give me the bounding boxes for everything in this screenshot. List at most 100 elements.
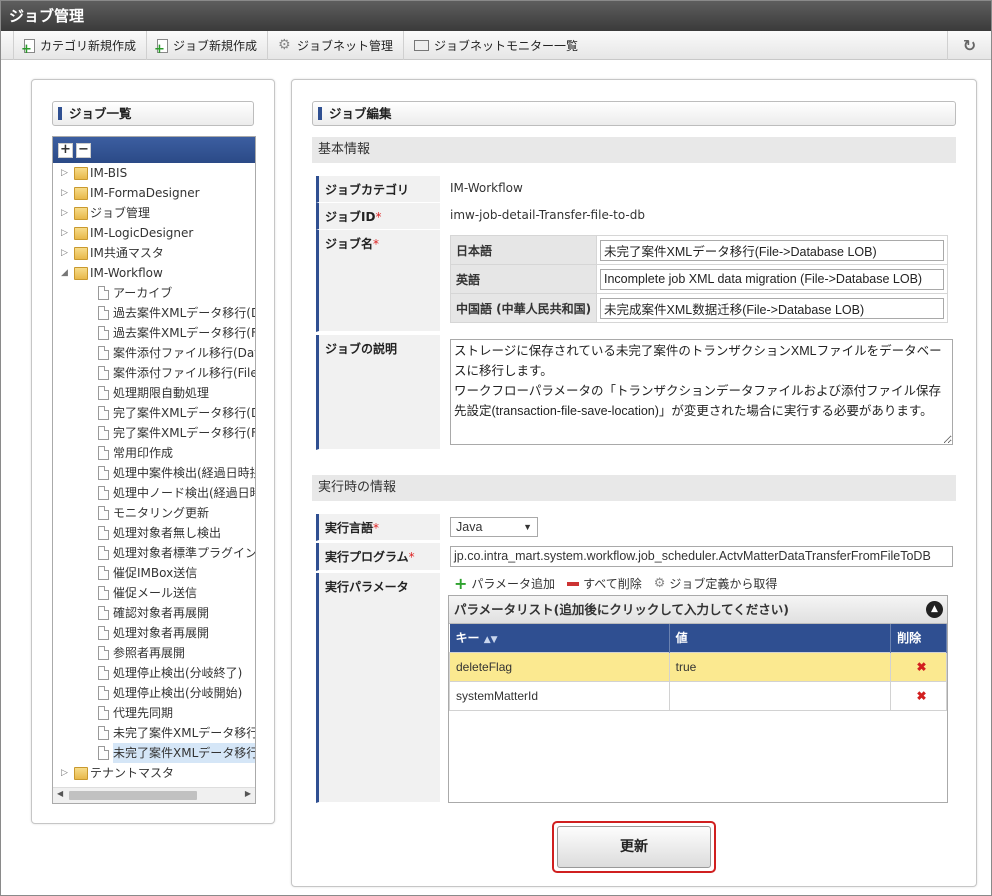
tree-item[interactable]: 処理期限自動処理 (53, 383, 255, 403)
exec-language-select[interactable]: Java ▼ (450, 517, 538, 537)
tree-item-label: 常用印作成 (113, 446, 174, 460)
folder-icon (74, 767, 88, 780)
tree-item-label: 催促IMBox送信 (113, 566, 198, 580)
tree-item[interactable]: 未完了案件XMLデータ移行 (53, 723, 255, 743)
delete-row-icon[interactable]: ✖ (890, 680, 947, 711)
expand-node-icon[interactable]: ▷ (61, 243, 71, 263)
tree-item[interactable]: 処理停止検出(分岐開始) (53, 683, 255, 703)
expand-node-icon[interactable]: ▷ (61, 163, 71, 183)
job-name-table: 日本語 英語 中国語 (中華人民共和国) (450, 235, 948, 323)
job-name-en-input[interactable] (600, 268, 944, 290)
tree-item[interactable]: 過去案件XMLデータ移行(D (53, 303, 255, 323)
tree-item-label: 催促メール送信 (113, 586, 198, 600)
col-key-header[interactable]: キー ▲▼ (449, 624, 670, 652)
job-name-ja-input[interactable] (600, 239, 944, 261)
update-button-highlight: 更新 (552, 821, 716, 873)
scroll-thumb[interactable] (69, 791, 197, 800)
tree-item-label: 過去案件XMLデータ移行(D (113, 306, 255, 320)
job-edit-header: ジョブ編集 (312, 101, 956, 126)
tree-folder[interactable]: ▷ テナントマスタ (53, 763, 255, 783)
refresh-button[interactable]: ↻ (947, 31, 991, 60)
tree-item[interactable]: 参照者再展開 (53, 643, 255, 663)
folder-icon (74, 227, 88, 240)
tree-item[interactable]: 処理中案件検出(経過日時拐 (53, 463, 255, 483)
tree-item-label: 代理先同期 (113, 706, 174, 720)
exec-program-input[interactable]: jp.co.intra_mart.system.workflow.job_sch… (450, 546, 953, 567)
tree-item-label: テナントマスタ (90, 766, 175, 780)
tree-item[interactable]: 過去案件XMLデータ移行(F (53, 323, 255, 343)
gear-icon: ⚙ (653, 576, 666, 591)
tree-item[interactable]: 処理中ノード検出(経過日時 (53, 483, 255, 503)
tree-horizontal-scrollbar[interactable]: ◀ ▶ (53, 787, 255, 803)
tree-folder[interactable]: ▷ ジョブ管理 (53, 203, 255, 223)
table-row[interactable]: deleteFlag true ✖ (449, 651, 947, 682)
tree-item[interactable]: 代理先同期 (53, 703, 255, 723)
tree-item[interactable]: アーカイブ (53, 283, 255, 303)
collapse-icon[interactable]: ▲ (926, 601, 943, 618)
tree-folder[interactable]: ◢ IM-Workflow (53, 263, 255, 283)
tree-item-label: 処理中案件検出(経過日時拐 (113, 466, 255, 480)
param-value-cell[interactable] (668, 680, 892, 711)
expand-node-icon[interactable]: ▷ (61, 223, 71, 243)
expand-all-button[interactable]: + (58, 142, 73, 158)
tree-item[interactable]: 処理対象者標準プラグイン網 (53, 543, 255, 563)
table-row[interactable]: systemMatterId ✖ (449, 680, 947, 711)
tree-item-label: 未完了案件XMLデータ移行 (113, 726, 255, 740)
job-edit-panel: ジョブ編集 基本情報 ジョブカテゴリ IM-Workflow ジョブID* im… (291, 79, 977, 887)
new-category-button[interactable]: カテゴリ新規作成 (13, 31, 146, 60)
tree-item-label: 参照者再展開 (113, 646, 186, 660)
tree-body: ▷ IM-BIS ▷ IM-FormaDesigner ▷ ジョブ管理 ▷ IM-LogicD… (53, 163, 255, 789)
tree-item[interactable]: 案件添付ファイル移行(File- (53, 363, 255, 383)
file-icon (98, 466, 109, 480)
tree-item-label: IM-Workflow (90, 266, 163, 280)
param-key-cell[interactable]: systemMatterId (449, 680, 670, 711)
folder-icon (74, 247, 88, 260)
param-key-cell[interactable]: deleteFlag (449, 651, 670, 682)
tree-item[interactable]: 案件添付ファイル移行(Data (53, 343, 255, 363)
job-description-textarea[interactable]: ストレージに保存されている未完了案件のトランザクションXMLファイルをデータベー… (450, 339, 953, 445)
param-value-cell[interactable]: true (668, 651, 892, 682)
tree-item[interactable]: 処理対象者無し検出 (53, 523, 255, 543)
collapse-node-icon[interactable]: ◢ (61, 263, 71, 283)
tree-item-label: 処理停止検出(分岐終了) (113, 666, 243, 680)
update-button[interactable]: 更新 (557, 826, 711, 868)
jobnet-manage-button[interactable]: ⚙ ジョブネット管理 (267, 31, 403, 60)
tree-item[interactable]: 未完了案件XMLデータ移行 (53, 743, 255, 763)
tree-item-label: IM-BIS (90, 166, 128, 180)
sort-icon: ▲▼ (483, 635, 498, 646)
delete-all-params-button[interactable]: すべて削除 (567, 575, 642, 592)
expand-node-icon[interactable]: ▷ (61, 763, 71, 783)
fetch-from-definition-button[interactable]: ⚙ ジョブ定義から取得 (654, 575, 778, 592)
delete-row-icon[interactable]: ✖ (890, 651, 947, 682)
tree-item[interactable]: 常用印作成 (53, 443, 255, 463)
add-param-button[interactable]: + パラメータ追加 (454, 575, 555, 592)
tree-item[interactable]: 確認対象者再展開 (53, 603, 255, 623)
job-id-value: imw-job-detail-Transfer-file-to-db (450, 208, 645, 222)
tree-folder[interactable]: ▷ IM共通マスタ (53, 243, 255, 263)
scroll-left-icon[interactable]: ◀ (57, 789, 63, 798)
tree-folder[interactable]: ▷ IM-BIS (53, 163, 255, 183)
file-icon (98, 406, 109, 420)
tree-item[interactable]: 催促IMBox送信 (53, 563, 255, 583)
file-icon (98, 326, 109, 340)
job-name-zh-input[interactable] (600, 297, 944, 319)
jobnet-monitor-button[interactable]: ジョブネットモニター一覧 (403, 31, 588, 60)
expand-node-icon[interactable]: ▷ (61, 203, 71, 223)
expand-node-icon[interactable]: ▷ (61, 183, 71, 203)
tree-item[interactable]: 処理停止検出(分岐終了) (53, 663, 255, 683)
tree-folder[interactable]: ▷ IM-LogicDesigner (53, 223, 255, 243)
tree-item-label: ジョブ管理 (90, 206, 151, 220)
category-value: IM-Workflow (450, 181, 523, 195)
new-job-button[interactable]: ジョブ新規作成 (146, 31, 267, 60)
collapse-all-button[interactable]: − (76, 142, 91, 158)
monitor-icon (414, 40, 430, 51)
tree-item[interactable]: 完了案件XMLデータ移行(F (53, 423, 255, 443)
scroll-right-icon[interactable]: ▶ (245, 789, 251, 798)
job-id-label: ジョブID* (316, 203, 440, 230)
tree-item[interactable]: 催促メール送信 (53, 583, 255, 603)
tree-item-label: IM-LogicDesigner (90, 226, 194, 240)
tree-item[interactable]: モニタリング更新 (53, 503, 255, 523)
tree-item[interactable]: 処理対象者再展開 (53, 623, 255, 643)
tree-folder[interactable]: ▷ IM-FormaDesigner (53, 183, 255, 203)
tree-item[interactable]: 完了案件XMLデータ移行(D (53, 403, 255, 423)
